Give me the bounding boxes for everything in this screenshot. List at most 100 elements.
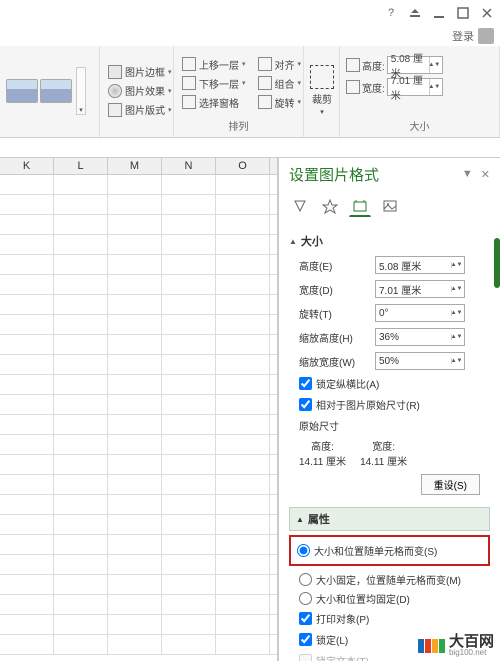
picture-style-thumb[interactable]	[6, 79, 38, 103]
table-row[interactable]	[0, 175, 277, 195]
cell[interactable]	[216, 555, 270, 574]
cell[interactable]	[54, 495, 108, 514]
cell[interactable]	[54, 635, 108, 654]
cell[interactable]	[108, 575, 162, 594]
cell[interactable]	[0, 375, 54, 394]
table-row[interactable]	[0, 375, 277, 395]
cell[interactable]	[162, 235, 216, 254]
cell[interactable]	[162, 215, 216, 234]
table-row[interactable]	[0, 335, 277, 355]
pane-scale-w-spinner[interactable]: 50%▲▼	[375, 352, 465, 370]
cell[interactable]	[0, 435, 54, 454]
cell[interactable]	[0, 455, 54, 474]
cell[interactable]	[54, 195, 108, 214]
cell[interactable]	[162, 635, 216, 654]
cell[interactable]	[216, 475, 270, 494]
cell[interactable]	[216, 395, 270, 414]
worksheet-grid[interactable]: K L M N O	[0, 158, 278, 661]
align-button[interactable]: 对齐▾	[256, 56, 304, 73]
col-header[interactable]: L	[54, 158, 108, 174]
cell[interactable]	[216, 415, 270, 434]
cell[interactable]	[0, 615, 54, 634]
picture-border-button[interactable]: 图片边框▾	[106, 63, 174, 80]
relative-orig-checkbox[interactable]	[299, 398, 312, 411]
picture-tab-icon[interactable]	[379, 195, 401, 217]
cell[interactable]	[108, 515, 162, 534]
cell[interactable]	[216, 495, 270, 514]
cell[interactable]	[162, 195, 216, 214]
cell[interactable]	[216, 515, 270, 534]
cell[interactable]	[0, 595, 54, 614]
lock-aspect-checkbox[interactable]	[299, 377, 312, 390]
cell[interactable]	[0, 335, 54, 354]
table-row[interactable]	[0, 295, 277, 315]
table-row[interactable]	[0, 275, 277, 295]
cell[interactable]	[54, 175, 108, 194]
cell[interactable]	[108, 635, 162, 654]
cell[interactable]	[0, 575, 54, 594]
radio-move-size[interactable]	[297, 544, 310, 557]
cell[interactable]	[216, 335, 270, 354]
cell[interactable]	[54, 415, 108, 434]
cell[interactable]	[162, 455, 216, 474]
cell[interactable]	[162, 295, 216, 314]
cell[interactable]	[216, 615, 270, 634]
cell[interactable]	[0, 475, 54, 494]
cell[interactable]	[162, 435, 216, 454]
cell[interactable]	[0, 175, 54, 194]
cell[interactable]	[216, 255, 270, 274]
print-object-checkbox[interactable]	[299, 612, 312, 625]
radio-fixed[interactable]	[299, 592, 312, 605]
table-row[interactable]	[0, 635, 277, 655]
cell[interactable]	[108, 455, 162, 474]
cell[interactable]	[54, 275, 108, 294]
size-tab-icon[interactable]	[349, 195, 371, 217]
pane-scale-h-spinner[interactable]: 36%▲▼	[375, 328, 465, 346]
cell[interactable]	[0, 235, 54, 254]
avatar-icon[interactable]	[478, 28, 494, 44]
cell[interactable]	[54, 555, 108, 574]
cell[interactable]	[108, 215, 162, 234]
cell[interactable]	[108, 615, 162, 634]
cell[interactable]	[108, 235, 162, 254]
cell[interactable]	[54, 315, 108, 334]
cell[interactable]	[216, 455, 270, 474]
col-header[interactable]: K	[0, 158, 54, 174]
crop-button[interactable]: 裁剪 ▾	[310, 65, 334, 116]
cell[interactable]	[54, 255, 108, 274]
cell[interactable]	[54, 215, 108, 234]
table-row[interactable]	[0, 575, 277, 595]
send-backward-button[interactable]: 下移一层▾	[180, 75, 248, 92]
cell[interactable]	[108, 255, 162, 274]
table-row[interactable]	[0, 495, 277, 515]
login-link[interactable]: 登录	[452, 28, 474, 44]
cell[interactable]	[216, 235, 270, 254]
cell[interactable]	[54, 435, 108, 454]
cell[interactable]	[108, 415, 162, 434]
cell[interactable]	[54, 615, 108, 634]
table-row[interactable]	[0, 595, 277, 615]
cell[interactable]	[54, 455, 108, 474]
cell[interactable]	[108, 375, 162, 394]
cell[interactable]	[0, 355, 54, 374]
cell[interactable]	[54, 295, 108, 314]
cell[interactable]	[0, 415, 54, 434]
table-row[interactable]	[0, 255, 277, 275]
cell[interactable]	[108, 195, 162, 214]
cell[interactable]	[162, 335, 216, 354]
cell[interactable]	[108, 275, 162, 294]
cell[interactable]	[54, 535, 108, 554]
locked-checkbox[interactable]	[299, 633, 312, 646]
cell[interactable]	[216, 215, 270, 234]
cell[interactable]	[162, 315, 216, 334]
cell[interactable]	[0, 535, 54, 554]
col-header[interactable]: N	[162, 158, 216, 174]
cell[interactable]	[54, 335, 108, 354]
cell[interactable]	[108, 315, 162, 334]
cell[interactable]	[216, 535, 270, 554]
cell[interactable]	[162, 495, 216, 514]
group-button[interactable]: 组合▾	[256, 75, 304, 92]
pane-height-spinner[interactable]: 5.08 厘米▲▼	[375, 256, 465, 274]
cell[interactable]	[0, 275, 54, 294]
cell[interactable]	[216, 595, 270, 614]
